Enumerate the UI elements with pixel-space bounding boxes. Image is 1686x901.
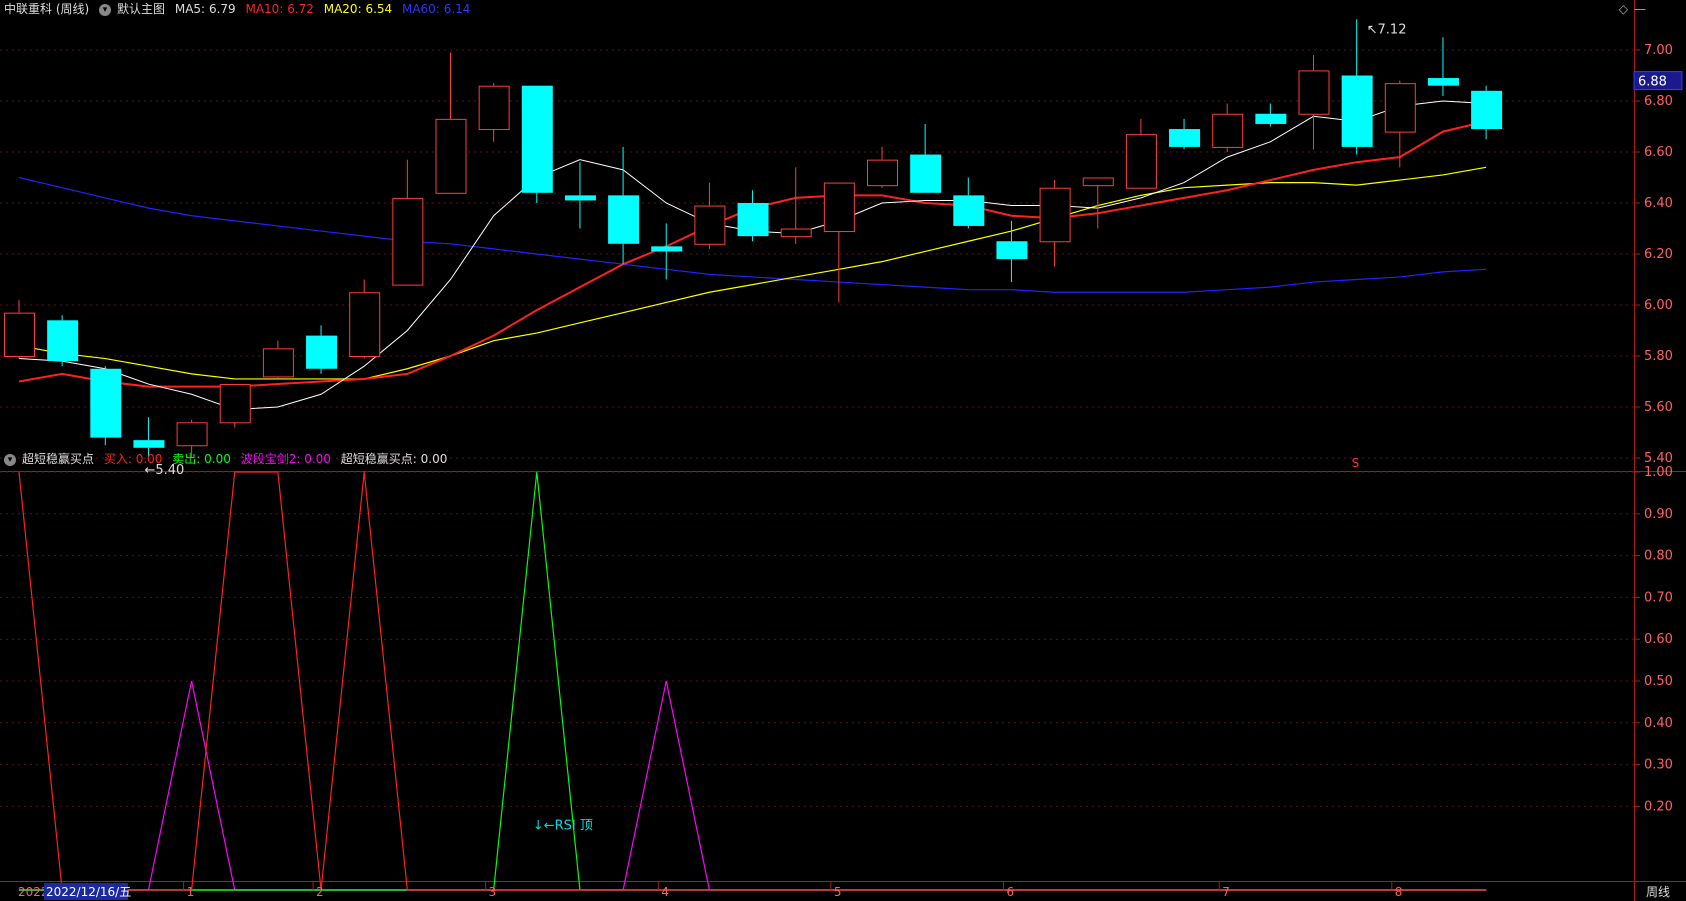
candle-body bbox=[219, 384, 251, 424]
main-chart-header: 中联重科 (周线) ▾ 默认主图 MA5: 6.79 MA10: 6.72 MA2… bbox=[0, 0, 476, 18]
candle-body bbox=[1255, 113, 1287, 124]
time-tick-label: 8 bbox=[1395, 885, 1403, 899]
sell-label: 卖出: bbox=[172, 452, 201, 466]
candle-body bbox=[1341, 75, 1373, 147]
candle-body bbox=[1169, 129, 1201, 147]
candle-body bbox=[90, 368, 122, 438]
point-value: 0.00 bbox=[420, 452, 448, 466]
ma60-value: 6.14 bbox=[443, 2, 471, 16]
ma20-label: MA20: bbox=[323, 2, 362, 16]
ma5-label: MA5: bbox=[174, 2, 206, 16]
price-tick-label: 5.60 bbox=[1644, 400, 1673, 415]
price-tick-label: 6.80 bbox=[1644, 94, 1673, 109]
candle bbox=[47, 315, 79, 367]
ma5-value: 6.79 bbox=[208, 2, 236, 16]
candle-body bbox=[47, 320, 79, 362]
candle-body bbox=[996, 241, 1028, 260]
candle-body bbox=[133, 440, 165, 448]
window-controls: ◇ — bbox=[1613, 2, 1646, 16]
indicator-tick-label: 0.70 bbox=[1644, 590, 1673, 605]
candle-body bbox=[867, 159, 898, 187]
time-tick-label: 7 bbox=[1222, 885, 1230, 899]
candle-body bbox=[1298, 70, 1330, 115]
time-tick-label: 5 bbox=[834, 885, 842, 899]
indicator-tick-label: 1.00 bbox=[1644, 465, 1673, 480]
price-tick-label: 6.40 bbox=[1644, 196, 1673, 211]
time-tick-label: 6 bbox=[1006, 885, 1014, 899]
period-button[interactable]: 周线 bbox=[1646, 885, 1670, 899]
chart-template-label[interactable]: 默认主图 bbox=[117, 2, 165, 16]
candle-body bbox=[1471, 90, 1503, 130]
candle-body bbox=[651, 246, 683, 252]
sub-chart-header: ▾ 超短稳赢买点 买入: 0.00 卖出: 0.00 波段宝剑2: 0.00 超短… bbox=[0, 450, 453, 468]
indicator-name[interactable]: 超短稳赢买点 bbox=[22, 452, 94, 466]
candle-body bbox=[564, 195, 596, 201]
indicator-tick-label: 0.80 bbox=[1644, 549, 1673, 564]
candle-body bbox=[1125, 134, 1157, 189]
chevron-down-icon[interactable]: ▾ bbox=[4, 453, 16, 466]
price-tick-label: 5.40 bbox=[1644, 451, 1673, 466]
candle bbox=[219, 384, 251, 428]
ma60-label: MA60: bbox=[401, 2, 440, 16]
diamond-icon[interactable]: ◇ bbox=[1619, 2, 1628, 16]
sword-value: 0.00 bbox=[304, 452, 331, 466]
candle-body bbox=[521, 85, 553, 193]
candle-body bbox=[262, 348, 294, 378]
time-tick-label: 1 bbox=[187, 885, 195, 899]
price-tick-label: 5.80 bbox=[1644, 349, 1673, 364]
candle-body bbox=[4, 312, 35, 357]
chevron-down-icon[interactable]: ▾ bbox=[99, 3, 112, 16]
stock-title: 中联重科 (周线) bbox=[4, 2, 90, 16]
candle-body bbox=[1212, 113, 1244, 148]
high-price-marker: ↖7.12 bbox=[1367, 22, 1407, 37]
sword-label: 波段宝剑2: bbox=[240, 452, 301, 466]
candle-body bbox=[608, 195, 640, 244]
ma20-value: 6.54 bbox=[365, 2, 393, 16]
indicator-tick-label: 0.90 bbox=[1644, 507, 1673, 522]
candle-body bbox=[1427, 78, 1459, 86]
candle-body bbox=[306, 335, 338, 369]
candle bbox=[521, 85, 553, 203]
s-marker: S bbox=[1352, 456, 1360, 470]
candle-body bbox=[953, 195, 985, 226]
time-tick-label: 2 bbox=[316, 885, 324, 899]
price-tick-label: 6.60 bbox=[1644, 145, 1673, 160]
current-price-label: 6.88 bbox=[1638, 75, 1667, 90]
indicator-tick-label: 0.60 bbox=[1644, 632, 1673, 647]
minimize-icon[interactable]: — bbox=[1634, 2, 1646, 16]
date-prefix: 2022 bbox=[18, 885, 49, 899]
indicator-tick-label: 0.50 bbox=[1644, 674, 1673, 689]
sell-value: 0.00 bbox=[204, 452, 231, 466]
candle-body bbox=[349, 292, 381, 357]
price-tick-label: 6.00 bbox=[1644, 298, 1673, 313]
time-tick-label: 4 bbox=[661, 885, 669, 899]
ma10-label: MA10: bbox=[245, 2, 284, 16]
candle-body bbox=[694, 205, 726, 245]
candle-body bbox=[435, 118, 467, 194]
buy-label: 买入: bbox=[103, 452, 132, 466]
point-label: 超短稳赢买点: bbox=[340, 452, 417, 466]
rsi-annotation: ↓←RSI 顶 bbox=[533, 818, 593, 833]
candle-body bbox=[478, 85, 510, 131]
indicator-tick-label: 0.20 bbox=[1644, 799, 1673, 814]
price-tick-label: 7.00 bbox=[1644, 43, 1673, 58]
ma10-value: 6.72 bbox=[287, 2, 314, 16]
candle-body bbox=[176, 422, 208, 447]
candle-body bbox=[392, 197, 424, 286]
candle-body bbox=[1039, 187, 1071, 243]
candle-body bbox=[1082, 177, 1114, 187]
date-tooltip: 2022/12/16/五 bbox=[46, 885, 131, 899]
candle-body bbox=[1384, 83, 1416, 133]
indicator-tick-label: 0.30 bbox=[1644, 758, 1673, 773]
price-tick-label: 6.20 bbox=[1644, 247, 1673, 262]
candle bbox=[90, 366, 122, 446]
buy-value: 0.00 bbox=[135, 452, 163, 466]
candle-body bbox=[823, 182, 855, 233]
candle-body bbox=[737, 203, 769, 237]
indicator-tick-label: 0.40 bbox=[1644, 716, 1673, 731]
time-tick-label: 3 bbox=[489, 885, 497, 899]
candle-body bbox=[910, 154, 942, 193]
candle-body bbox=[780, 228, 812, 238]
